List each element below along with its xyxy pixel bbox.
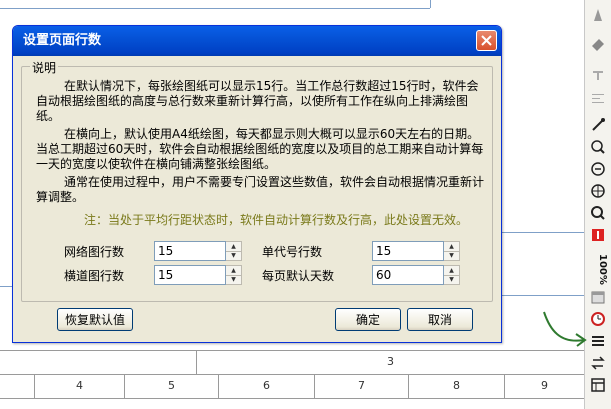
annotation-arrow-icon [543,311,587,347]
canvas-guide-line [0,286,12,287]
ruler-day-row: 4 5 6 7 8 9 [0,375,584,399]
ruler-day-label: 7 [358,379,365,392]
ruler-cell: 9 [504,375,584,398]
zoom-area-icon[interactable] [587,202,609,224]
ruler-day-label: 4 [76,379,83,392]
spin-down-icon[interactable]: ▼ [444,252,459,261]
canvas-guide-line [502,295,584,296]
zoom-out-icon[interactable] [587,158,609,180]
right-toolbar: 100% [584,0,611,409]
description-paragraph: 通常在使用过程中，用户不需要专门设置这些数值，软件会自动根据情况重新计算调整。 [36,175,485,204]
spin-up-icon[interactable]: ▲ [226,242,241,252]
cancel-button[interactable]: 取消 [407,308,473,331]
spin-down-icon[interactable]: ▼ [226,252,241,261]
ruler-cell: 8 [408,375,504,398]
magic-tool-icon[interactable] [587,114,609,136]
bar-rows-label: 横道图行数 [64,269,125,283]
days-per-page-spin-buttons[interactable]: ▲ ▼ [444,265,460,285]
ruler-cell: 3 [196,351,584,374]
calendar-icon[interactable] [587,286,609,308]
page-split-icon[interactable] [587,224,609,246]
pointer-tool-icon[interactable] [587,4,609,26]
ok-button[interactable]: 确定 [335,308,401,331]
zoom-level-label[interactable]: 100% [588,254,608,285]
align-tool-icon[interactable] [587,88,609,110]
network-rows-stepper[interactable]: ▲ ▼ [154,241,242,261]
bar-rows-spin-buttons[interactable]: ▲ ▼ [226,265,242,285]
layout-icon[interactable] [587,374,609,396]
single-rows-input[interactable] [372,241,444,261]
group-label: 说明 [30,59,59,76]
canvas-guide-line [0,8,430,9]
clock-icon[interactable] [587,308,609,330]
ruler-day-label: 5 [168,379,175,392]
ruler-top-label: 3 [387,355,394,368]
rows-settings-icon[interactable] [587,330,609,352]
close-button[interactable] [476,30,497,51]
ruler-day-label: 9 [541,379,548,392]
zoom-in-icon[interactable] [587,136,609,158]
canvas-guide-line [430,0,431,8]
description-paragraph: 在默认情况下，每张绘图纸可以显示15行。当工作总行数超过15行时，软件会自动根据… [36,79,479,123]
timeline-ruler: 3 4 5 6 7 8 9 [0,350,584,409]
single-rows-stepper[interactable]: ▲ ▼ [372,241,460,261]
description-paragraph: 在横向上，默认使用A4纸绘图，每天都显示则大概可以显示60天左右的日期。当总工期… [36,127,484,171]
ruler-cell: 6 [218,375,314,398]
zoom-fit-icon[interactable] [587,180,609,202]
days-per-page-label: 每页默认天数 [262,269,335,283]
close-icon [481,35,492,46]
spin-down-icon[interactable]: ▼ [444,276,459,285]
network-rows-input[interactable] [154,241,226,261]
network-rows-label: 网络图行数 [64,245,125,259]
set-page-rows-dialog: 设置页面行数 说明 在默认情况下，每张绘图纸可以显示15行。当工作总行数超过15… [12,25,502,343]
swap-arrows-icon[interactable] [587,352,609,374]
note-text: 注：当处于平均行距状态时，软件自动计算行数及行高，此处设置无效。 [84,213,469,227]
ruler-cell: 4 [34,375,124,398]
bar-rows-input[interactable] [154,265,226,285]
ruler-cell: 5 [124,375,218,398]
days-per-page-input[interactable] [372,265,444,285]
ruler-day-label: 8 [453,379,460,392]
dialog-title: 设置页面行数 [23,33,102,48]
spin-up-icon[interactable]: ▲ [444,242,459,252]
days-per-page-stepper[interactable]: ▲ ▼ [372,265,460,285]
spin-down-icon[interactable]: ▼ [226,276,241,285]
eraser-tool-icon[interactable] [587,34,609,56]
spin-up-icon[interactable]: ▲ [444,266,459,276]
network-rows-spin-buttons[interactable]: ▲ ▼ [226,241,242,261]
ruler-day-label: 6 [263,379,270,392]
description-group: 说明 在默认情况下，每张绘图纸可以显示15行。当工作总行数超过15行时，软件会自… [21,59,493,302]
restore-defaults-button[interactable]: 恢复默认值 [57,308,133,331]
ruler-top-row: 3 [0,351,584,375]
canvas-guide-line [502,232,584,233]
ruler-cell: 7 [314,375,408,398]
text-tool-icon[interactable] [587,64,609,86]
single-rows-label: 单代号行数 [262,245,323,259]
single-rows-spin-buttons[interactable]: ▲ ▼ [444,241,460,261]
spin-up-icon[interactable]: ▲ [226,266,241,276]
bar-rows-stepper[interactable]: ▲ ▼ [154,265,242,285]
dialog-titlebar[interactable]: 设置页面行数 [13,26,501,56]
